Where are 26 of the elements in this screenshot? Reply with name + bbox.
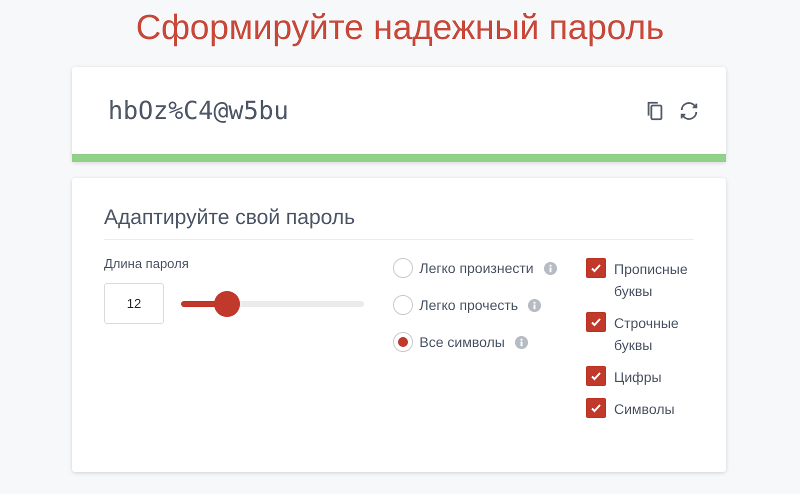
radio-label[interactable]: Легко произнести <box>419 260 534 276</box>
checkbox[interactable] <box>586 258 606 278</box>
settings-heading: Адаптируйте свой пароль <box>104 206 694 240</box>
checkbox[interactable] <box>586 366 606 386</box>
radio-button[interactable] <box>393 258 414 278</box>
length-slider[interactable] <box>181 290 364 316</box>
radio-button[interactable] <box>393 332 414 352</box>
length-field[interactable]: 12 <box>104 283 164 324</box>
radio-label[interactable]: Все символы <box>419 334 505 350</box>
page-title: Сформируйте надежный пароль <box>134 7 666 49</box>
checkmark-icon <box>590 370 602 382</box>
checkbox-label[interactable]: Строчные буквы <box>614 312 694 356</box>
checkmark-icon <box>590 402 602 414</box>
radio-label[interactable]: Легко прочесть <box>419 297 518 313</box>
checkbox[interactable] <box>586 312 606 332</box>
password-text: hbOz%C4@w5bu <box>108 96 290 125</box>
checkbox-label[interactable]: Цифры <box>614 366 694 388</box>
checkmark-icon <box>590 262 602 274</box>
slider-thumb[interactable] <box>214 290 240 316</box>
checkmark-icon <box>590 316 602 328</box>
radio-button[interactable] <box>393 295 414 315</box>
checkbox-label[interactable]: Символы <box>614 398 694 420</box>
checkbox[interactable] <box>586 398 606 418</box>
refresh-icon[interactable] <box>678 100 700 122</box>
checkbox-label[interactable]: Прописные буквы <box>614 258 694 302</box>
length-label: Длина пароля <box>104 256 190 271</box>
